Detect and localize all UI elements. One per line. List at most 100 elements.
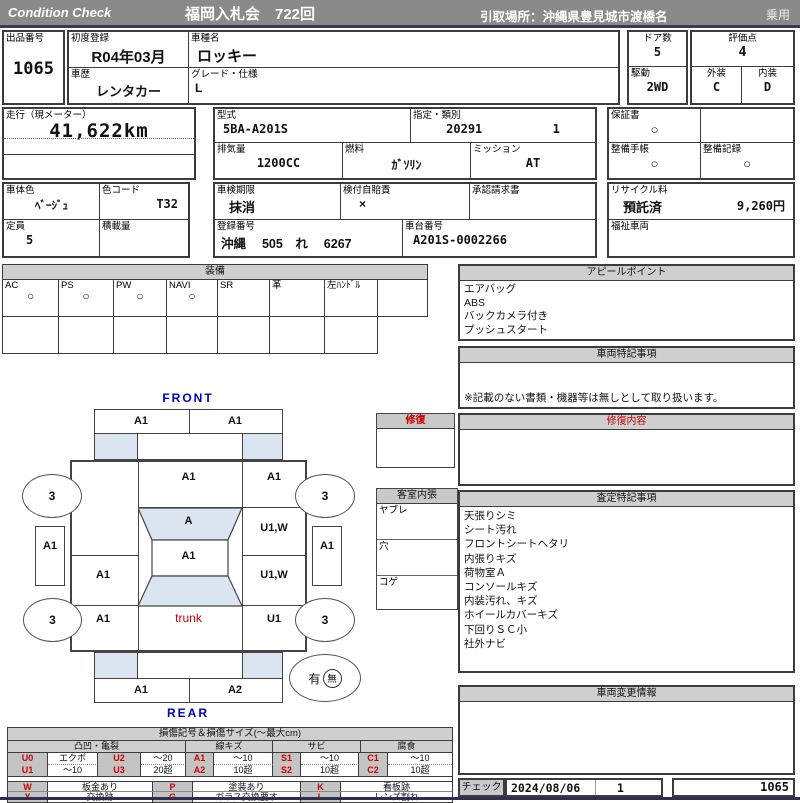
taillight-right	[242, 652, 283, 679]
transmission-label: ミッション	[473, 144, 521, 155]
wheel-front-right: 3	[295, 474, 355, 518]
zone-front-bumper-right-label: A1	[227, 415, 243, 427]
legend-desc: エクボ	[48, 753, 98, 765]
zone-roof-label: A1	[181, 550, 196, 562]
grade-value: L	[195, 81, 203, 95]
equipment-title: 装備	[2, 264, 428, 280]
interior-value: D	[763, 80, 772, 94]
zone-windshield-label: A	[184, 515, 193, 527]
equipment-row-2	[2, 317, 378, 354]
score-value: 4	[738, 45, 747, 60]
repair-mini-box: 修復	[376, 413, 455, 468]
auction-title: 福岡入札会 722回	[185, 6, 316, 23]
zone-front-fender-right-label: A1	[266, 471, 282, 483]
legend-mark-desc: 板金あり	[48, 782, 153, 791]
zone-door-right-front-label: U1,W	[260, 522, 288, 534]
body-color-label: 車体色	[6, 185, 35, 196]
vehicle-notes-note: ※記載のない書類・機器等は無しとして取り扱います。	[464, 392, 724, 404]
chassis-value: A201S-0002266	[413, 233, 507, 247]
assessment-item: フロントシートヘタリ	[464, 538, 569, 551]
check-lot-box: 1065	[672, 778, 795, 797]
equipment-value: ○	[26, 289, 35, 303]
legend-desc: 〜10	[214, 753, 273, 765]
rear-panel	[137, 652, 243, 679]
repair-details-content	[460, 430, 793, 434]
first-reg-value: R04年03月	[91, 49, 166, 66]
designation-label: 指定・類別	[413, 110, 461, 121]
equipment-label: 革	[272, 280, 282, 291]
score-box: 評価点 4 外装 C 内装 D	[690, 30, 795, 105]
assessment-item: 荷物室Ａ	[464, 566, 506, 579]
transmission-value: AT	[525, 156, 541, 170]
legend-code: U3	[98, 765, 141, 776]
damage-legend-table: 損傷記号＆損傷サイズ(〜最大cm) 凸凹・亀裂 線キズ サビ 腐食 U0 エクボ…	[7, 727, 453, 803]
legend-code: U0	[8, 753, 48, 765]
history-value: レンタカー	[95, 84, 161, 99]
legend-mark-code: K	[301, 782, 341, 791]
front-label: FRONT	[162, 391, 214, 405]
vehicle-notes-section: 車両特記事項 ※記載のない書類・機器等は無しとして取り扱います。	[458, 346, 795, 409]
check-label: チェック	[458, 778, 505, 797]
assessment-title: 査定特記事項	[460, 492, 793, 507]
brand-logo: Condition Check	[8, 5, 112, 20]
legend-desc: 〜10	[388, 753, 452, 765]
repair-mini-title: 修復	[377, 414, 454, 429]
equipment-table: 装備 AC ○ PS ○ PW ○ NAVI ○ SR 革 左ﾊﾝﾄﾞﾙ	[2, 264, 428, 354]
cabin-row-label: コゲ	[379, 577, 399, 588]
capacity-value: 5	[26, 233, 34, 247]
check-date-box: 2024/08/06 1	[505, 778, 663, 797]
first-reg-label: 初度登録	[71, 33, 110, 44]
legend-desc: 10超	[410, 765, 430, 775]
registration-box: 車検期限 抹消 検付自賠責 × 承認請求書 登録番号 沖縄 505 れ 6267…	[213, 182, 597, 258]
legend-code: C1	[359, 753, 388, 765]
assessment-item: 内装汚れ、キズ	[464, 595, 538, 608]
check-lot-number: 1065	[760, 780, 789, 794]
check-count: 1	[617, 781, 624, 795]
lot-number-label: 出品番号	[6, 33, 45, 44]
history-label: 車歴	[71, 69, 91, 80]
appeal-section: アピールポイント エアバッグ ABS バックカメラ付き プッシュスタート	[458, 264, 795, 341]
vehicle-category: 乗用	[765, 8, 790, 22]
legend-mark-code: W	[8, 782, 48, 791]
zone-trunk-label: trunk	[175, 611, 202, 625]
legend-code: A2	[186, 765, 214, 776]
service-book-label: 整備手帳	[611, 144, 650, 155]
payload-label: 積載量	[102, 221, 131, 232]
change-info-title: 車両変更情報	[460, 687, 793, 702]
cabin-title: 客室内張	[377, 489, 457, 504]
legend-desc: 10超	[214, 765, 273, 776]
jibaiseki-label: 検付自賠責	[343, 185, 391, 196]
score-label: 評価点	[728, 33, 757, 44]
zone-sill-left-label: A1	[42, 540, 58, 552]
zone-sill-left: A1	[35, 526, 65, 586]
spare-yes-label: 有	[308, 671, 321, 686]
repair-details-title: 修復内容	[460, 415, 793, 430]
inspection-label: 車検期限	[217, 185, 256, 196]
zone-front-bumper-left-label: A1	[133, 415, 149, 427]
doors-value: 5	[653, 45, 662, 59]
headlight-left	[94, 433, 138, 460]
headlight-right	[242, 433, 283, 460]
color-box: 車体色 ﾍﾞｰｼﾞｭ 色コード T32 定員 5 積載量	[2, 182, 190, 258]
doors-label: ドア数	[643, 33, 672, 44]
classification-value: 1	[552, 122, 560, 136]
front-panel	[137, 433, 243, 460]
doors-drive-box: ドア数 5 駆動 2WD	[627, 30, 688, 105]
change-info-section: 車両変更情報	[458, 685, 795, 775]
legend-code: U2	[98, 753, 141, 765]
mileage-box: 走行（現メーター） 41,622km	[2, 107, 196, 180]
legend-mark-desc: 塗装あり	[193, 782, 301, 791]
warranty-value: ○	[650, 122, 659, 137]
plate-value: 沖縄 505 れ 6267	[221, 237, 352, 251]
equipment-value: ○	[82, 289, 90, 303]
rear-label: REAR	[166, 706, 209, 720]
fuel-label: 燃料	[345, 144, 365, 155]
legend-mark-desc: 看板跡	[382, 782, 410, 791]
assessment-item: 内張りキズ	[464, 552, 517, 565]
displacement-value: 1200CC	[256, 156, 301, 170]
title-bar: Condition Check 福岡入札会 722回 引取場所：沖縄県豊見城市渡…	[0, 0, 800, 28]
legend-group: 線キズ	[186, 741, 273, 752]
equipment-label: 左ﾊﾝﾄﾞﾙ	[327, 280, 361, 291]
assessment-item: コンソールキズ	[464, 581, 538, 594]
equipment-value: ○	[188, 289, 196, 303]
